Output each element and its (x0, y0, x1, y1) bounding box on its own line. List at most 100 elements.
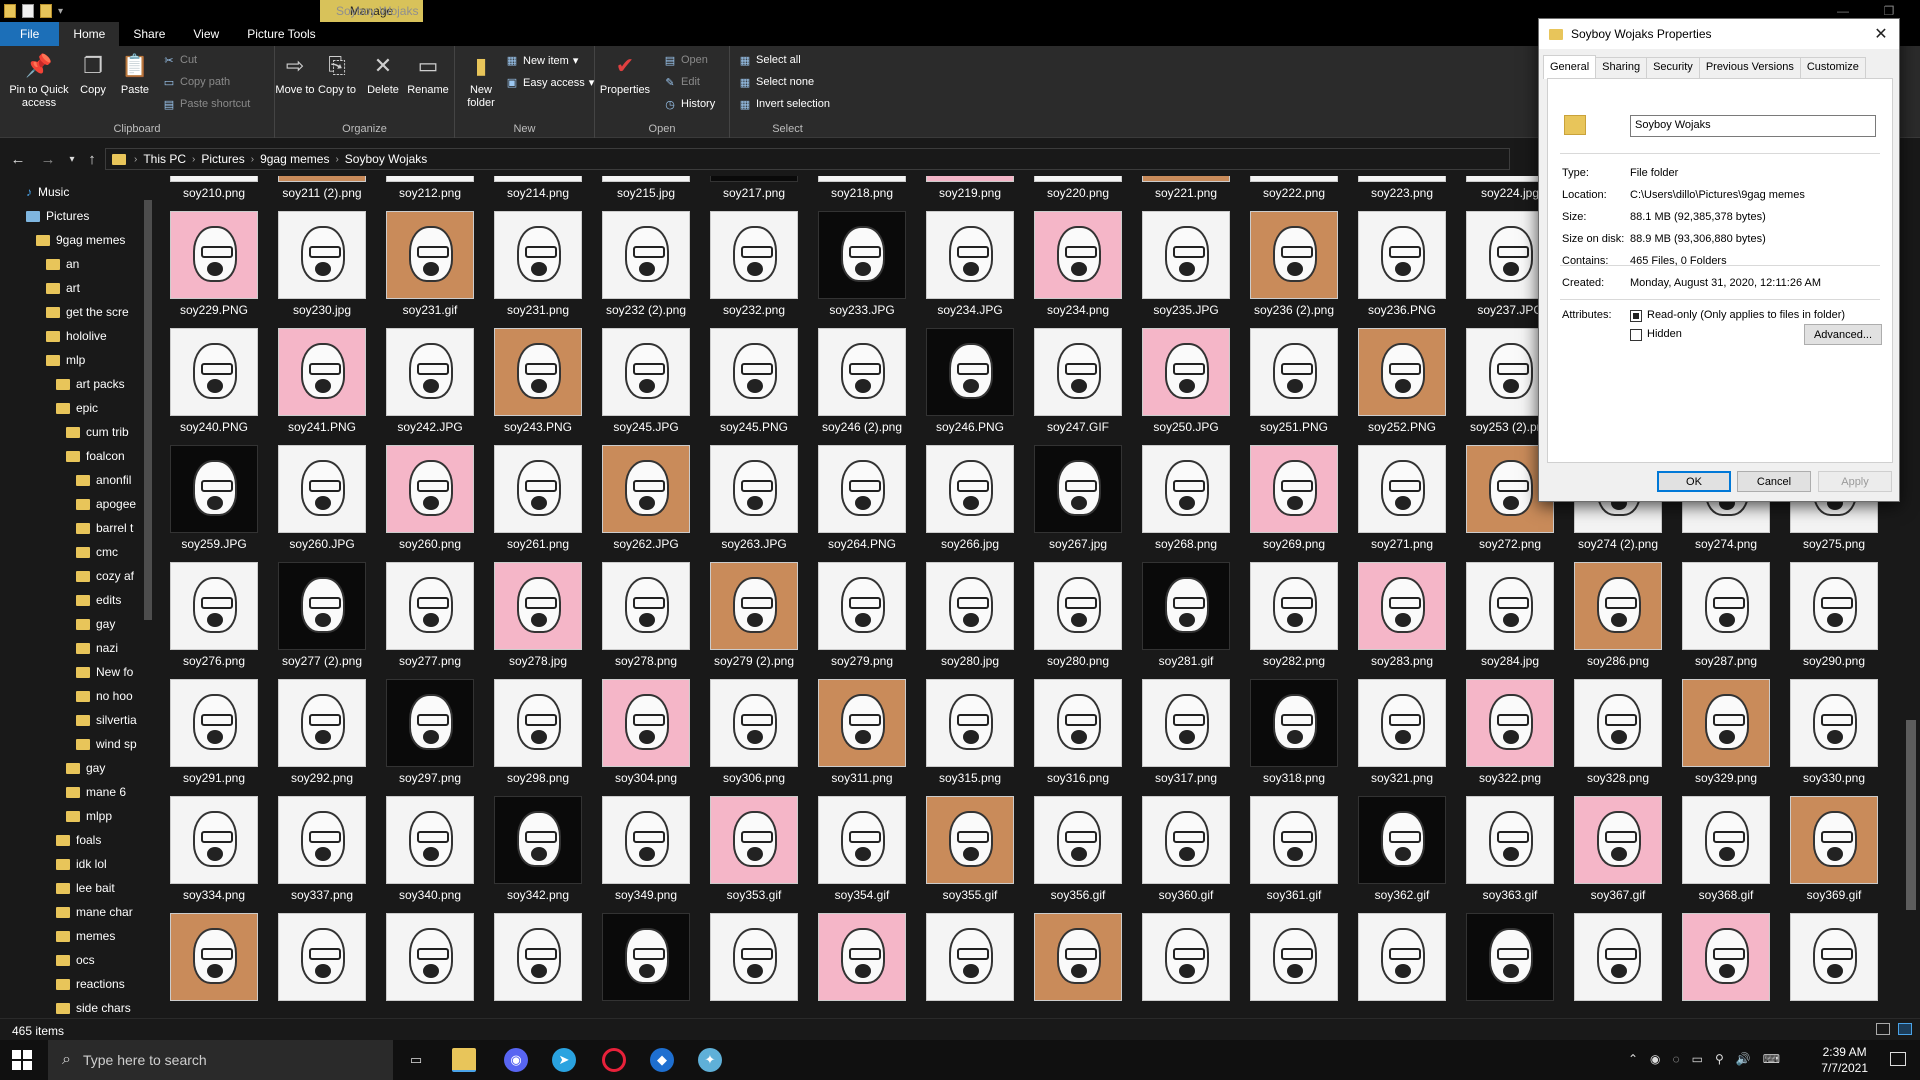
properties-icon[interactable] (22, 4, 34, 18)
apply-button[interactable]: Apply (1818, 471, 1892, 492)
file-tile[interactable]: soy234.png (1024, 205, 1132, 322)
file-tile[interactable]: soy361.gif (1240, 790, 1348, 907)
telegram-icon[interactable]: ➤ (552, 1048, 576, 1072)
up-arrow-icon[interactable]: ↑ (82, 149, 102, 169)
nav-item[interactable]: gay (66, 758, 105, 778)
cut-button[interactable]: ✂ Cut (162, 54, 197, 67)
file-tile[interactable]: soy222.png (1240, 176, 1348, 205)
file-tile[interactable]: soy340.png (376, 790, 484, 907)
file-tile[interactable]: soy284.jpg (1456, 556, 1564, 673)
tab-general[interactable]: General (1543, 55, 1597, 79)
file-tile[interactable]: soy247.GIF (1024, 322, 1132, 439)
file-tile[interactable] (376, 907, 484, 1016)
nav-item[interactable]: wind sp (76, 734, 137, 754)
windows-start-icon[interactable] (12, 1050, 32, 1070)
copy-button[interactable]: ❐ Copy (78, 50, 108, 97)
file-tile[interactable]: soy282.png (1240, 556, 1348, 673)
file-tile[interactable]: soy315.png (916, 673, 1024, 790)
file-tile[interactable]: soy240.PNG (160, 322, 268, 439)
rename-button[interactable]: ▭ Rename (405, 50, 451, 97)
file-tile[interactable]: soy280.png (1024, 556, 1132, 673)
file-tile[interactable]: soy212.png (376, 176, 484, 205)
recent-locations-chevron-icon[interactable]: ▾ (62, 149, 82, 169)
file-tile[interactable]: soy355.gif (916, 790, 1024, 907)
nav-item[interactable]: mane 6 (66, 782, 126, 802)
nav-item[interactable]: Pictures (26, 206, 89, 226)
file-tile[interactable]: soy276.png (160, 556, 268, 673)
file-tile[interactable]: soy234.JPG (916, 205, 1024, 322)
file-tile[interactable]: soy278.jpg (484, 556, 592, 673)
paste-shortcut-button[interactable]: ▤ Paste shortcut (162, 98, 251, 111)
open-button[interactable]: ▤ Open (663, 54, 708, 67)
breadcrumb-9gag-memes[interactable]: 9gag memes (260, 152, 329, 166)
file-tile[interactable]: soy283.png (1348, 556, 1456, 673)
file-tile[interactable]: soy317.png (1132, 673, 1240, 790)
file-tile[interactable]: soy261.png (484, 439, 592, 556)
file-tile[interactable]: soy231.gif (376, 205, 484, 322)
new-folder-icon[interactable] (40, 4, 52, 18)
notification-icon[interactable] (1890, 1052, 1906, 1066)
nav-item[interactable]: memes (56, 926, 115, 946)
breadcrumb-soyboy-wojaks[interactable]: Soyboy Wojaks (345, 152, 427, 166)
file-tile[interactable]: soy266.jpg (916, 439, 1024, 556)
nav-item[interactable]: ocs (56, 950, 95, 970)
file-tile[interactable]: soy342.png (484, 790, 592, 907)
file-tile[interactable]: soy235.JPG (1132, 205, 1240, 322)
file-tile[interactable] (1132, 907, 1240, 1016)
file-tile[interactable]: soy260.png (376, 439, 484, 556)
nav-item[interactable]: silvertia (76, 710, 137, 730)
nav-item[interactable]: cmc (76, 542, 118, 562)
hidden-checkbox[interactable] (1630, 329, 1642, 341)
nav-item[interactable]: cozy af (76, 566, 134, 586)
file-tile[interactable]: soy211 (2).png (268, 176, 376, 205)
nav-item[interactable]: get the scre (46, 302, 129, 322)
nav-item[interactable]: nazi (76, 638, 118, 658)
tab-customize[interactable]: Customize (1799, 57, 1866, 79)
file-tile[interactable]: soy304.png (592, 673, 700, 790)
taskbar-search-input[interactable]: ⌕ Type here to search (48, 1040, 393, 1080)
tab-file[interactable]: File (0, 22, 60, 46)
file-tile[interactable]: soy269.png (1240, 439, 1348, 556)
nav-item[interactable]: epic (56, 398, 98, 418)
file-tile[interactable] (700, 907, 808, 1016)
advanced-button[interactable]: Advanced... (1804, 324, 1882, 345)
edit-button[interactable]: ✎ Edit (663, 76, 700, 89)
file-tile[interactable] (592, 907, 700, 1016)
nav-item[interactable]: foals (56, 830, 101, 850)
file-tile[interactable]: soy369.gif (1780, 790, 1888, 907)
folder-name-input[interactable]: Soyboy Wojaks (1630, 115, 1876, 137)
nav-item[interactable]: mlp (46, 350, 85, 370)
file-tile[interactable]: soy267.jpg (1024, 439, 1132, 556)
file-tile[interactable] (1024, 907, 1132, 1016)
file-tile[interactable] (484, 907, 592, 1016)
nav-item[interactable]: an (46, 254, 79, 274)
nav-scrollbar-thumb[interactable] (144, 200, 152, 620)
file-tile[interactable]: soy262.JPG (592, 439, 700, 556)
paste-button[interactable]: 📋 Paste (118, 50, 152, 97)
file-tile[interactable]: soy363.gif (1456, 790, 1564, 907)
file-tile[interactable]: soy354.gif (808, 790, 916, 907)
file-tile[interactable]: soy260.JPG (268, 439, 376, 556)
opera-icon[interactable] (602, 1048, 626, 1072)
nav-item[interactable]: hololive (46, 326, 107, 346)
ok-button[interactable]: OK (1657, 471, 1731, 492)
file-tile[interactable]: soy264.PNG (808, 439, 916, 556)
file-tile[interactable] (1672, 907, 1780, 1016)
file-tile[interactable]: soy236.PNG (1348, 205, 1456, 322)
cancel-button[interactable]: Cancel (1737, 471, 1811, 492)
file-tile[interactable]: soy231.png (484, 205, 592, 322)
file-tile[interactable]: soy353.gif (700, 790, 808, 907)
file-tile[interactable]: soy236 (2).png (1240, 205, 1348, 322)
breadcrumb-pictures[interactable]: Pictures (201, 152, 244, 166)
file-tile[interactable] (1348, 907, 1456, 1016)
chevron-down-icon[interactable]: ▾ (58, 6, 63, 17)
file-tile[interactable]: soy245.JPG (592, 322, 700, 439)
file-tile[interactable]: soy316.png (1024, 673, 1132, 790)
file-tile[interactable]: soy219.png (916, 176, 1024, 205)
file-tile[interactable]: soy252.PNG (1348, 322, 1456, 439)
nav-item[interactable]: lee bait (56, 878, 115, 898)
file-tile[interactable] (1780, 907, 1888, 1016)
nav-item[interactable]: reactions (56, 974, 125, 994)
file-tile[interactable] (160, 907, 268, 1016)
file-tile[interactable]: soy291.png (160, 673, 268, 790)
